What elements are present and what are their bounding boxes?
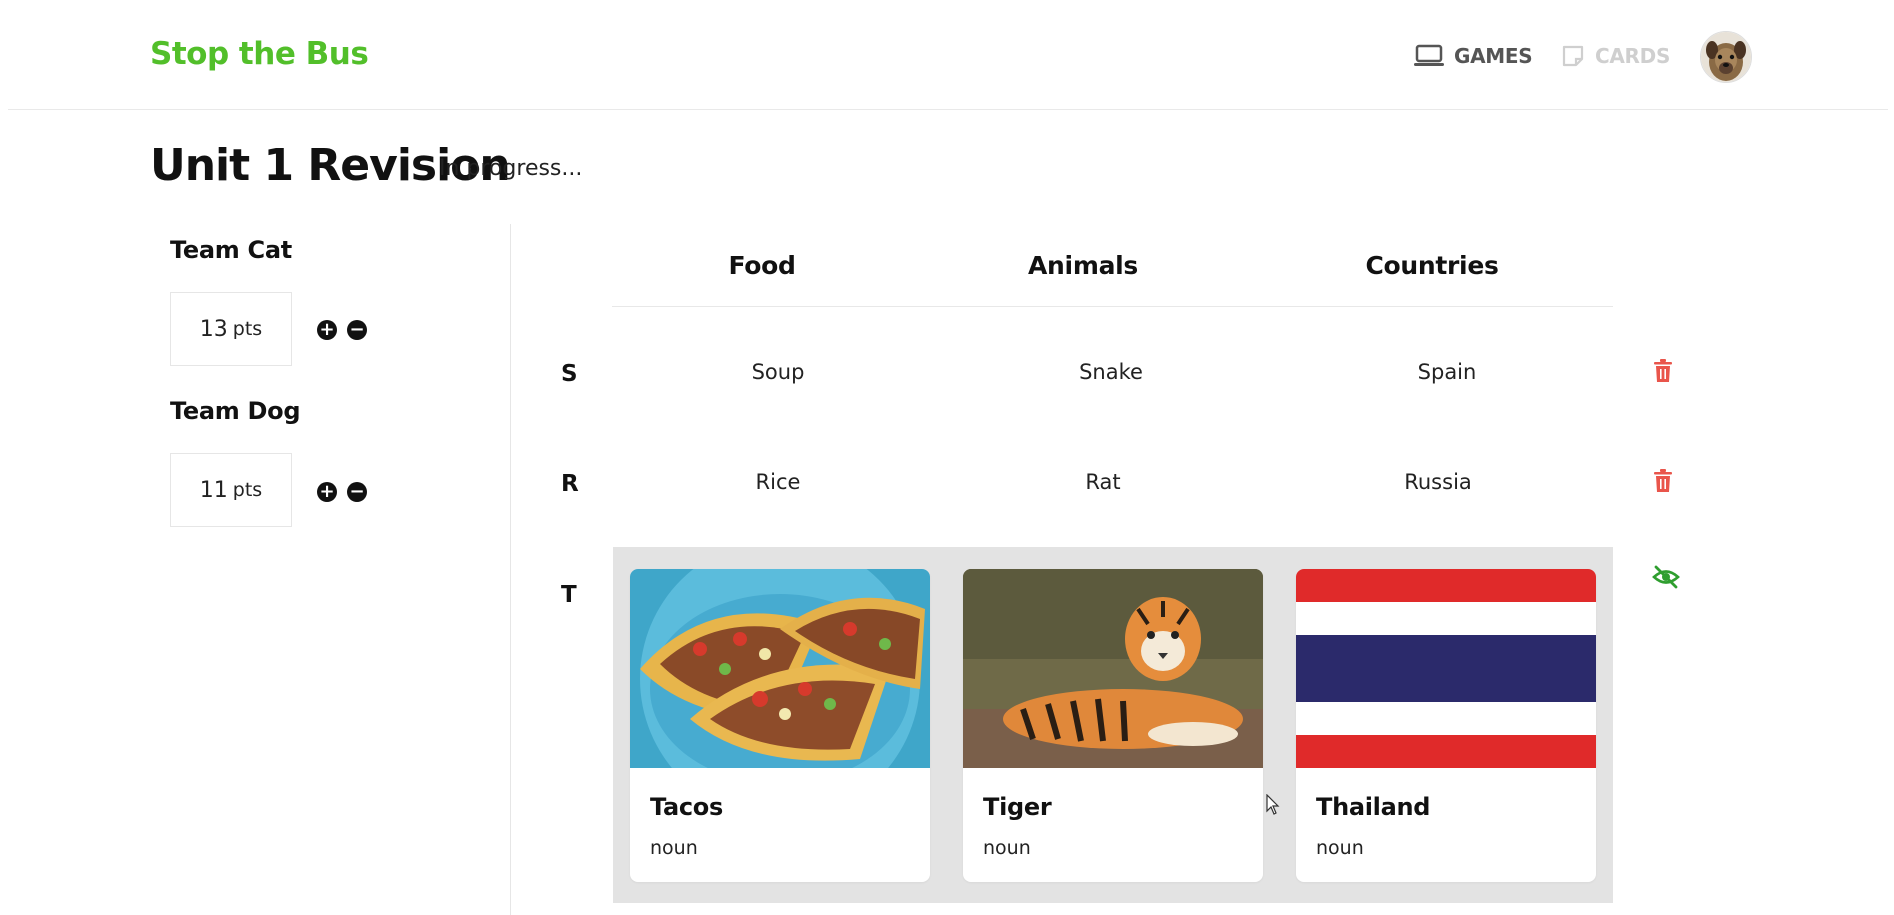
card-part-of-speech: noun — [983, 837, 1031, 859]
add-point-button[interactable]: + — [317, 320, 337, 340]
team-score: 11 pts — [170, 453, 292, 527]
card-icon — [1562, 45, 1584, 67]
minus-icon: − — [349, 319, 365, 340]
card-part-of-speech: noun — [1316, 837, 1364, 859]
nav-games[interactable]: GAMES — [1414, 44, 1533, 68]
card-part-of-speech: noun — [650, 837, 698, 859]
column-header-food: Food — [728, 251, 796, 280]
answer-card[interactable]: Tiger noun — [963, 569, 1263, 882]
score-value: 11 — [199, 477, 228, 503]
minus-icon: − — [349, 481, 365, 502]
nav-cards[interactable]: CARDS — [1561, 44, 1670, 68]
laptop-icon — [1414, 44, 1444, 66]
remove-point-button[interactable]: − — [347, 482, 367, 502]
card-word: Tacos — [650, 793, 723, 821]
team-score: 13 pts — [170, 292, 292, 366]
answer-cell: Rat — [1085, 470, 1121, 494]
header-divider — [612, 306, 1613, 307]
column-header-animals: Animals — [1028, 251, 1138, 280]
add-point-button[interactable]: + — [317, 482, 337, 502]
team-name: Team Cat — [170, 236, 292, 264]
plus-icon: + — [319, 481, 335, 502]
score-unit: pts — [232, 318, 263, 340]
brand-logo[interactable]: Stop the Bus — [150, 36, 369, 72]
score-value: 13 — [199, 316, 228, 342]
answer-cell: Spain — [1417, 360, 1477, 384]
plus-icon: + — [319, 319, 335, 340]
tacos-image — [630, 569, 930, 768]
header-divider — [8, 109, 1888, 110]
nav-cards-label: CARDS — [1595, 44, 1671, 68]
row-letter: R — [561, 471, 579, 497]
game-status: In progress... — [439, 156, 583, 181]
avatar[interactable] — [1700, 31, 1752, 83]
delete-row-button[interactable] — [1652, 359, 1674, 383]
row-letter: T — [561, 582, 577, 608]
answer-cell: Soup — [751, 360, 805, 384]
team-name: Team Dog — [170, 397, 301, 425]
answer-card[interactable]: Tacos noun — [630, 569, 930, 882]
thailand-flag-image — [1296, 569, 1596, 768]
card-word: Thailand — [1316, 793, 1431, 821]
answer-cell: Rice — [755, 470, 801, 494]
nav-games-label: GAMES — [1454, 44, 1533, 68]
score-unit: pts — [232, 479, 263, 501]
tiger-image — [963, 569, 1263, 768]
app-header: Stop the Bus GAMES CARDS — [0, 0, 1894, 110]
answer-cell: Snake — [1079, 360, 1143, 384]
sidebar-divider — [510, 224, 511, 915]
remove-point-button[interactable]: − — [347, 320, 367, 340]
delete-row-button[interactable] — [1652, 469, 1674, 493]
answer-cell: Russia — [1404, 470, 1472, 494]
answer-card[interactable]: Thailand noun — [1296, 569, 1596, 882]
column-header-countries: Countries — [1365, 251, 1499, 280]
card-word: Tiger — [983, 793, 1052, 821]
row-letter: S — [561, 361, 578, 387]
dog-avatar-icon — [1701, 32, 1751, 82]
hide-answers-button[interactable] — [1652, 565, 1680, 589]
mouse-cursor-icon — [1266, 794, 1280, 815]
